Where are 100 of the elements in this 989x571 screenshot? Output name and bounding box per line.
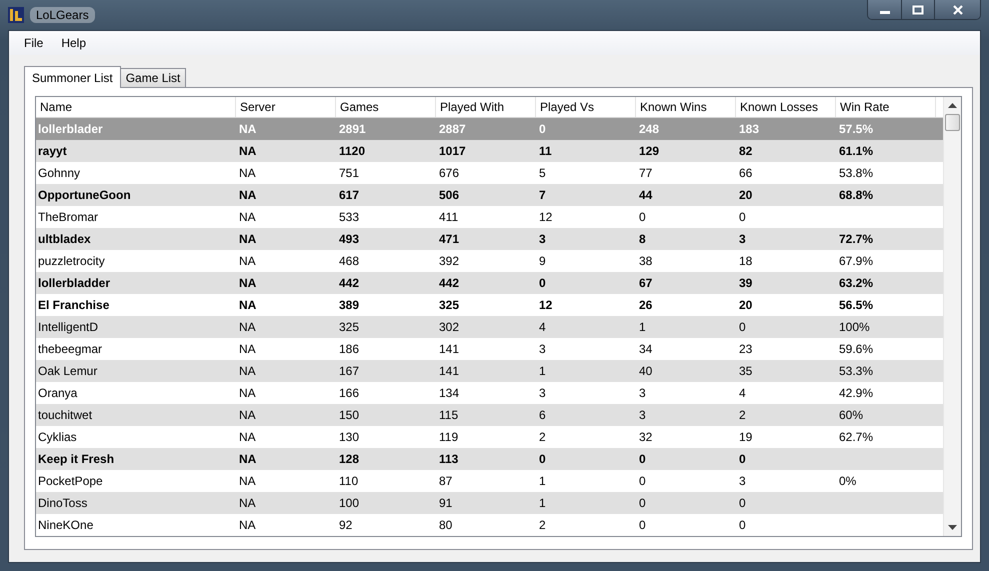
table-row[interactable]: Cyklias NA 130 119 2 32 19 62.7% (36, 426, 943, 448)
table-cell: 44 (639, 188, 652, 202)
table-cell: rayyt (38, 144, 67, 158)
table-cell: 53.8% (839, 166, 874, 180)
table-cell: 676 (439, 166, 460, 180)
menu-item[interactable]: File (15, 36, 52, 50)
table-cell: 63.2% (839, 276, 874, 290)
table-row[interactable]: Oak Lemur NA 167 141 1 40 35 53.3% (36, 360, 943, 382)
column-header[interactable]: Known Losses (736, 97, 836, 117)
table-cell: 100% (839, 320, 870, 334)
table-cell: 0 (539, 452, 546, 466)
column-header[interactable]: Name (36, 97, 236, 117)
table-row[interactable]: touchitwet NA 150 115 6 3 2 60% (36, 404, 943, 426)
table-cell: 66 (739, 166, 752, 180)
column-header[interactable]: Played Vs (536, 97, 636, 117)
column-header[interactable]: Known Wins (636, 97, 736, 117)
table-cell: 34 (639, 342, 652, 356)
scrollbar-thumb[interactable] (945, 114, 960, 131)
column-header[interactable]: Games (336, 97, 436, 117)
table-cell: 493 (339, 232, 360, 246)
table-row[interactable]: TheBromar NA 533 411 12 0 0 (36, 206, 943, 228)
table-row[interactable]: OpportuneGoon NA 617 506 7 44 20 68.8% (36, 184, 943, 206)
table-cell: 1017 (439, 144, 466, 158)
scrollbar[interactable] (943, 97, 961, 536)
table-cell: 128 (339, 452, 360, 466)
table-row[interactable]: lollerbladder NA 442 442 0 67 39 63.2% (36, 272, 943, 294)
table-cell: NA (239, 232, 256, 246)
tab[interactable]: Summoner List (24, 66, 121, 88)
table-cell: 0 (739, 320, 746, 334)
table-cell: lollerblader (38, 122, 103, 136)
table-cell: 389 (339, 298, 360, 312)
tab[interactable]: Game List (120, 68, 186, 87)
table-row[interactable]: DinoToss NA 100 91 1 0 0 (36, 492, 943, 514)
table-cell: Gohnny (38, 166, 80, 180)
table-cell: 3 (539, 386, 546, 400)
table-cell: 1 (539, 496, 546, 510)
table-cell: NA (239, 276, 256, 290)
table-cell: 72.7% (839, 232, 874, 246)
table-cell: NA (239, 188, 256, 202)
close-button[interactable] (934, 0, 980, 19)
table-row[interactable]: Oranya NA 166 134 3 3 4 42.9% (36, 382, 943, 404)
table-cell: 62.7% (839, 430, 874, 444)
table-cell: 3 (739, 232, 746, 246)
table-cell: 59.6% (839, 342, 874, 356)
table-cell: 325 (439, 298, 460, 312)
table-row[interactable]: NineKOne NA 92 80 2 0 0 (36, 514, 943, 536)
table-cell: 442 (339, 276, 360, 290)
table-row[interactable]: rayyt NA 1120 1017 11 129 82 61.1% (36, 140, 943, 162)
table-cell: 0 (639, 210, 646, 224)
table-cell: puzzletrocity (38, 254, 105, 268)
table-row[interactable]: Keep it Fresh NA 128 113 0 0 0 (36, 448, 943, 470)
table-cell: 20 (739, 188, 752, 202)
scroll-down-icon[interactable] (948, 525, 957, 530)
table-row[interactable]: IntelligentD NA 325 302 4 1 0 100% (36, 316, 943, 338)
table-cell: 130 (339, 430, 360, 444)
table-cell: 0 (739, 210, 746, 224)
menu-item[interactable]: Help (52, 36, 96, 50)
column-header[interactable]: Played With (436, 97, 536, 117)
table-cell: thebeegmar (38, 342, 102, 356)
table-cell: NA (239, 122, 256, 136)
table-row[interactable]: Gohnny NA 751 676 5 77 66 53.8% (36, 162, 943, 184)
minimize-button[interactable] (868, 0, 901, 19)
table-cell: 56.5% (839, 298, 874, 312)
table-cell: 82 (739, 144, 752, 158)
table-cell: 1120 (339, 144, 366, 158)
table-cell: 80 (439, 518, 452, 532)
table-cell: 471 (439, 232, 460, 246)
table-cell: 3 (639, 408, 646, 422)
table-cell: 0 (539, 276, 546, 290)
table-row[interactable]: El Franchise NA 389 325 12 26 20 56.5% (36, 294, 943, 316)
table-cell: 23 (739, 342, 752, 356)
table-cell: NA (239, 144, 256, 158)
table-cell: 40 (639, 364, 652, 378)
table-cell: 183 (739, 122, 760, 136)
scroll-up-icon[interactable] (948, 103, 957, 108)
column-header[interactable]: Win Rate (836, 97, 936, 117)
table-cell: 35 (739, 364, 752, 378)
table-cell: 0% (839, 474, 856, 488)
table-cell: 150 (339, 408, 360, 422)
table-row[interactable]: PocketPope NA 110 87 1 0 3 0% (36, 470, 943, 492)
table-cell: 166 (339, 386, 360, 400)
table-cell: 61.1% (839, 144, 874, 158)
table-row[interactable]: puzzletrocity NA 468 392 9 38 18 67.9% (36, 250, 943, 272)
table-cell: NA (239, 386, 256, 400)
table-cell: NA (239, 474, 256, 488)
table-row[interactable]: thebeegmar NA 186 141 3 34 23 59.6% (36, 338, 943, 360)
column-header[interactable]: Server (236, 97, 336, 117)
table-cell: 110 (339, 474, 358, 488)
table-cell: NineKOne (38, 518, 94, 532)
table-cell: IntelligentD (38, 320, 98, 334)
table-cell: 18 (739, 254, 752, 268)
table-cell: 3 (739, 474, 746, 488)
table-cell: 67 (639, 276, 652, 290)
table-cell: OpportuneGoon (38, 188, 131, 202)
table-cell: NA (239, 364, 256, 378)
table-row[interactable]: ultbladex NA 493 471 3 8 3 72.7% (36, 228, 943, 250)
table-cell: Oak Lemur (38, 364, 98, 378)
maximize-icon (912, 4, 924, 14)
table-cell: NA (239, 408, 256, 422)
maximize-button[interactable] (901, 0, 934, 19)
